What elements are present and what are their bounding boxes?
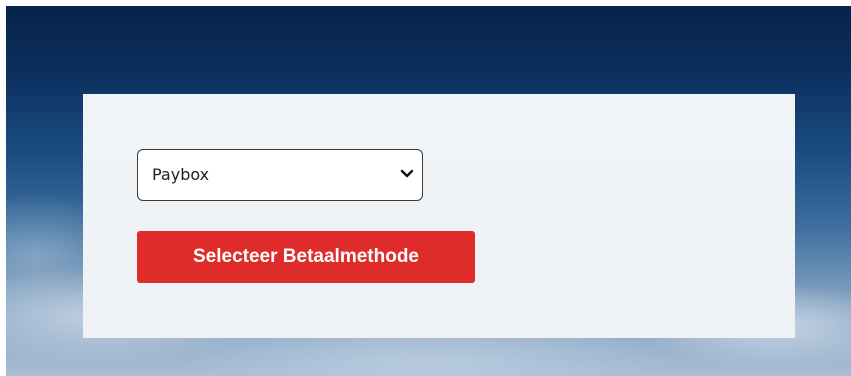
select-payment-method-button[interactable]: Selecteer Betaalmethode [137, 231, 475, 283]
payment-method-select[interactable]: Paybox [137, 149, 423, 201]
chevron-down-icon [400, 169, 414, 178]
sky-background: Paybox Selecteer Betaalmethode [6, 6, 851, 376]
payment-method-card: Paybox Selecteer Betaalmethode [83, 94, 795, 338]
payment-method-selected-value: Paybox [152, 165, 210, 184]
